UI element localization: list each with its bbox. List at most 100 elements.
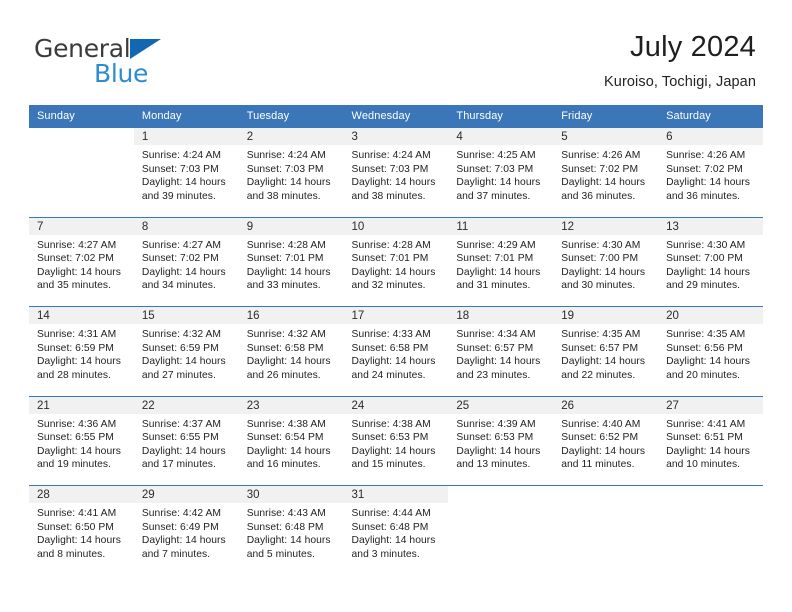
day-details: Sunrise: 4:24 AM Sunset: 7:03 PM Daylight:… [344,145,449,203]
daylight-text-line2: and 20 minutes. [666,369,741,381]
sunset-text: Sunset: 7:02 PM [141,253,219,265]
day-details: Sunrise: 4:28 AM Sunset: 7:01 PM Daylight:… [239,235,344,293]
day-number: 27 [658,396,763,414]
day-number: 4 [448,128,554,145]
day-number: 19 [553,307,659,324]
day-number [448,486,554,503]
calendar-day-cell[interactable]: 24 Sunrise: 4:38 AM Sunset: 6:53 PM Dayligh… [343,395,449,486]
day-number [553,486,659,503]
calendar-day-cell[interactable]: 12 Sunrise: 4:30 AM Sunset: 7:00 PM Dayligh… [553,216,659,307]
day-number: 30 [238,486,344,503]
daylight-text-line2: and 10 minutes. [666,459,741,471]
day-number: 6 [658,128,763,145]
daylight-text-line2: and 13 minutes. [456,459,531,471]
calendar-week-row: 14 Sunrise: 4:31 AM Sunset: 6:59 PM Dayligh… [29,306,763,396]
sunrise-text: Sunrise: 4:29 AM [456,239,536,251]
day-details: Sunrise: 4:26 AM Sunset: 7:02 PM Daylight:… [658,145,763,203]
daylight-text-line2: and 36 minutes. [666,190,741,202]
calendar-day-cell[interactable]: 19 Sunrise: 4:35 AM Sunset: 6:57 PM Dayligh… [553,306,659,396]
sunset-text: Sunset: 6:55 PM [37,432,114,444]
calendar-day-cell[interactable]: 26 Sunrise: 4:40 AM Sunset: 6:52 PM Dayligh… [553,395,659,486]
calendar-day-cell[interactable]: 31 Sunrise: 4:44 AM Sunset: 6:48 PM Dayligh… [343,485,449,575]
calendar-day-cell[interactable]: 23 Sunrise: 4:38 AM Sunset: 6:54 PM Dayligh… [238,395,344,486]
calendar-day-cell[interactable]: 4 Sunrise: 4:25 AM Sunset: 7:03 PM Daylight… [448,127,554,217]
calendar-day-cell[interactable]: 18 Sunrise: 4:34 AM Sunset: 6:57 PM Dayligh… [448,306,554,396]
sunrise-text: Sunrise: 4:30 AM [561,239,641,251]
day-number: 14 [29,307,134,324]
sunset-text: Sunset: 6:57 PM [561,342,639,354]
daylight-text-line2: and 38 minutes. [351,190,426,202]
sunset-text: Sunset: 7:02 PM [561,163,639,175]
page-subtitle: Kuroiso, Tochigi, Japan [604,73,756,90]
day-number: 25 [448,396,554,414]
daylight-text-line1: Daylight: 14 hours [246,266,331,278]
daylight-text-line1: Daylight: 14 hours [37,266,121,278]
calendar-week-row: 28 Sunrise: 4:41 AM Sunset: 6:50 PM Dayligh… [29,485,763,575]
calendar-day-cell-empty [29,127,134,217]
sunset-text: Sunset: 6:52 PM [561,432,639,444]
calendar-day-cell[interactable]: 1 Sunrise: 4:24 AM Sunset: 7:03 PM Daylight… [133,127,239,217]
calendar-day-cell[interactable]: 6 Sunrise: 4:26 AM Sunset: 7:02 PM Daylight… [658,127,763,217]
calendar-day-cell[interactable]: 7 Sunrise: 4:27 AM Sunset: 7:02 PM Daylight… [29,216,134,307]
calendar-day-cell[interactable]: 28 Sunrise: 4:41 AM Sunset: 6:50 PM Dayligh… [29,485,134,575]
sunset-text: Sunset: 6:53 PM [351,432,429,444]
calendar-day-cell-empty [553,485,659,575]
page-header: General Blue July 2024 Kuroiso, Tochigi,… [0,0,792,100]
day-number: 8 [133,217,239,235]
calendar-day-cell[interactable]: 3 Sunrise: 4:24 AM Sunset: 7:03 PM Daylight… [343,127,449,217]
daylight-text-line1: Daylight: 14 hours [37,356,121,368]
calendar-day-cell[interactable]: 30 Sunrise: 4:43 AM Sunset: 6:48 PM Dayligh… [238,485,344,575]
daylight-text-line1: Daylight: 14 hours [351,445,436,457]
daylight-text-line2: and 8 minutes. [37,548,106,560]
daylight-text-line1: Daylight: 14 hours [37,445,121,457]
day-number: 1 [133,128,239,145]
weekday-header-monday: Monday [133,105,239,128]
sunset-text: Sunset: 6:56 PM [666,342,743,354]
logo-text-general: General [34,34,131,63]
calendar-day-cell[interactable]: 16 Sunrise: 4:32 AM Sunset: 6:58 PM Dayligh… [238,306,344,396]
daylight-text-line2: and 38 minutes. [246,190,321,202]
daylight-text-line2: and 5 minutes. [246,548,315,560]
daylight-text-line1: Daylight: 14 hours [246,535,331,547]
calendar-day-cell[interactable]: 2 Sunrise: 4:24 AM Sunset: 7:03 PM Daylight… [238,127,344,217]
day-number [29,128,134,145]
daylight-text-line2: and 24 minutes. [351,369,426,381]
day-number: 13 [658,217,763,235]
calendar-day-cell[interactable]: 25 Sunrise: 4:39 AM Sunset: 6:53 PM Dayligh… [448,395,554,486]
daylight-text-line1: Daylight: 14 hours [37,535,121,547]
daylight-text-line1: Daylight: 14 hours [141,177,226,189]
day-number: 17 [343,307,449,324]
sunset-text: Sunset: 7:01 PM [351,253,429,265]
day-number: 5 [553,128,659,145]
calendar-day-cell[interactable]: 13 Sunrise: 4:30 AM Sunset: 7:00 PM Dayligh… [658,216,763,307]
calendar-day-cell[interactable]: 29 Sunrise: 4:42 AM Sunset: 6:49 PM Dayligh… [133,485,239,575]
daylight-text-line2: and 19 minutes. [37,459,112,471]
daylight-text-line2: and 27 minutes. [141,369,216,381]
calendar-day-cell[interactable]: 22 Sunrise: 4:37 AM Sunset: 6:55 PM Dayligh… [133,395,239,486]
day-number: 23 [238,396,344,414]
calendar-day-cell[interactable]: 5 Sunrise: 4:26 AM Sunset: 7:02 PM Daylight… [553,127,659,217]
calendar-day-cell[interactable]: 21 Sunrise: 4:36 AM Sunset: 6:55 PM Dayligh… [29,395,134,486]
day-details: Sunrise: 4:39 AM Sunset: 6:53 PM Daylight:… [448,414,553,472]
daylight-text-line1: Daylight: 14 hours [246,356,331,368]
calendar-day-cell[interactable]: 20 Sunrise: 4:35 AM Sunset: 6:56 PM Dayligh… [658,306,763,396]
calendar-day-cell[interactable]: 14 Sunrise: 4:31 AM Sunset: 6:59 PM Dayligh… [29,306,134,396]
day-details: Sunrise: 4:34 AM Sunset: 6:57 PM Daylight:… [448,324,553,382]
calendar-day-cell[interactable]: 10 Sunrise: 4:28 AM Sunset: 7:01 PM Dayligh… [343,216,449,307]
calendar-day-cell[interactable]: 9 Sunrise: 4:28 AM Sunset: 7:01 PM Daylight… [238,216,344,307]
sunrise-text: Sunrise: 4:24 AM [246,150,326,161]
sunset-text: Sunset: 6:59 PM [37,342,114,354]
triangle-icon [130,39,161,59]
day-details: Sunrise: 4:38 AM Sunset: 6:54 PM Daylight:… [239,414,344,472]
sunrise-text: Sunrise: 4:41 AM [666,418,746,430]
day-number: 12 [553,217,659,235]
calendar-day-cell[interactable]: 17 Sunrise: 4:33 AM Sunset: 6:58 PM Dayligh… [343,306,449,396]
sunrise-text: Sunrise: 4:30 AM [666,239,746,251]
calendar-table: Sunday Monday Tuesday Wednesday Thursday… [29,105,763,575]
calendar-day-cell[interactable]: 11 Sunrise: 4:29 AM Sunset: 7:01 PM Dayligh… [448,216,554,307]
calendar-day-cell[interactable]: 15 Sunrise: 4:32 AM Sunset: 6:59 PM Dayligh… [133,306,239,396]
day-details: Sunrise: 4:29 AM Sunset: 7:01 PM Daylight:… [448,235,553,293]
calendar-day-cell[interactable]: 8 Sunrise: 4:27 AM Sunset: 7:02 PM Daylight… [133,216,239,307]
daylight-text-line1: Daylight: 14 hours [561,177,646,189]
calendar-day-cell[interactable]: 27 Sunrise: 4:41 AM Sunset: 6:51 PM Dayligh… [658,395,763,486]
